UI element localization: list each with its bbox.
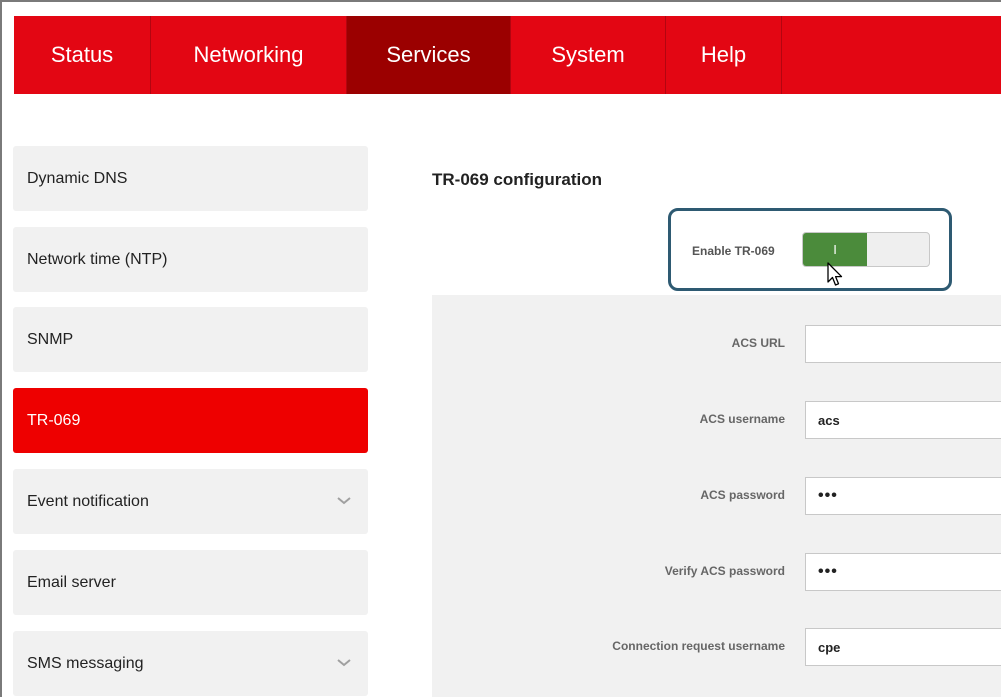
acs-password-label: ACS password <box>700 488 785 502</box>
sidebar-item-ntp[interactable]: Network time (NTP) <box>13 227 368 292</box>
mouse-pointer-icon <box>827 262 843 286</box>
tab-system[interactable]: System <box>511 16 666 94</box>
tab-networking[interactable]: Networking <box>151 16 347 94</box>
sidebar-item-email-server[interactable]: Email server <box>13 550 368 615</box>
acs-password-input[interactable]: ••• <box>805 477 1001 515</box>
acs-username-label: ACS username <box>699 412 785 426</box>
tab-services[interactable]: Services <box>347 16 511 94</box>
sidebar-item-tr069[interactable]: TR-069 <box>13 388 368 453</box>
acs-url-label: ACS URL <box>731 336 785 350</box>
chevron-down-icon <box>337 659 351 667</box>
sidebar-item-label: TR-069 <box>27 411 81 429</box>
page-title: TR-069 configuration <box>432 170 603 189</box>
chevron-down-icon <box>337 497 351 505</box>
acs-username-input[interactable]: acs <box>805 401 1001 439</box>
connection-request-username-label: Connection request username <box>612 639 785 653</box>
sidebar-item-label: Email server <box>27 573 116 591</box>
tab-status[interactable]: Status <box>14 16 151 94</box>
enable-tr069-label: Enable TR-069 <box>692 244 775 258</box>
sidebar-item-sms-messaging[interactable]: SMS messaging <box>13 631 368 696</box>
sidebar-item-label: Event notification <box>27 492 149 510</box>
sidebar-item-event-notification[interactable]: Event notification <box>13 469 368 534</box>
tab-help[interactable]: Help <box>666 16 782 94</box>
sidebar-item-label: Network time (NTP) <box>27 250 168 268</box>
sidebar-item-label: SMS messaging <box>27 654 144 672</box>
verify-acs-password-input[interactable]: ••• <box>805 553 1001 591</box>
sidebar-item-dynamic-dns[interactable]: Dynamic DNS <box>13 146 368 211</box>
top-navigation: Status Networking Services System Help <box>14 16 1001 94</box>
sidebar-item-label: SNMP <box>27 330 74 348</box>
acs-url-input[interactable] <box>805 325 1001 363</box>
connection-request-username-input[interactable]: cpe <box>805 628 1001 666</box>
verify-acs-password-label: Verify ACS password <box>664 564 785 578</box>
enable-tr069-toggle[interactable]: I <box>802 232 930 267</box>
sidebar-item-label: Dynamic DNS <box>27 169 128 187</box>
sidebar-item-snmp[interactable]: SNMP <box>13 307 368 372</box>
